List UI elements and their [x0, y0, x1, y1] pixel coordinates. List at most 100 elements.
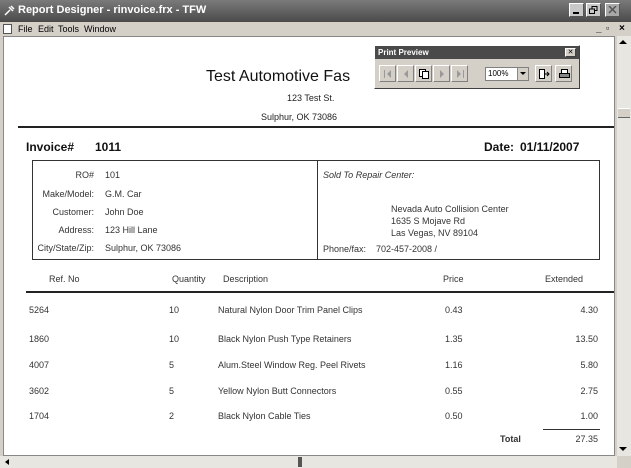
- next-page-button[interactable]: [433, 65, 450, 82]
- exit-door-icon: [539, 69, 550, 79]
- app-icon: [4, 5, 15, 16]
- doc-close-button[interactable]: ×: [619, 23, 625, 34]
- print-button[interactable]: [555, 65, 572, 82]
- horizontal-scrollbar[interactable]: [0, 456, 617, 468]
- close-button[interactable]: [605, 3, 620, 17]
- col-price: Price: [443, 274, 464, 284]
- sold-to-label: Sold To Repair Center:: [323, 170, 415, 180]
- previous-page-button[interactable]: [397, 65, 414, 82]
- printer-icon: [559, 69, 570, 78]
- chevron-down-icon: [517, 68, 528, 80]
- menu-bar: File Edit Tools Window _ ▫ ×: [0, 22, 631, 36]
- customer-label: Customer:: [52, 207, 94, 217]
- company-address-line2: Sulphur, OK 73086: [261, 112, 338, 122]
- box-divider: [317, 160, 318, 260]
- doc-minimize-button[interactable]: _: [596, 23, 602, 34]
- cell-extended: 2.75: [580, 386, 598, 396]
- zoom-select[interactable]: 100%: [485, 67, 529, 81]
- next-page-icon: [440, 70, 444, 78]
- invoice-number: 1011: [95, 140, 122, 154]
- company-name: Test Automotive Fas: [206, 68, 351, 85]
- col-quantity: Quantity: [172, 274, 206, 284]
- zoom-value: 100%: [488, 69, 509, 78]
- first-page-icon: [384, 70, 391, 78]
- print-preview-title: Print Preview: [375, 46, 579, 59]
- sold-to-city: Las Vegas, NV 89104: [391, 228, 479, 238]
- sold-to-name: Nevada Auto Collision Center: [391, 204, 509, 214]
- address-value: 123 Hill Lane: [105, 225, 158, 235]
- horizontal-scroll-thumb[interactable]: [298, 457, 302, 467]
- city-state-zip-value: Sulphur, OK 73086: [105, 243, 182, 253]
- city-state-zip-label: City/State/Zip:: [37, 243, 94, 253]
- go-to-page-button[interactable]: [415, 65, 432, 82]
- window-title: Report Designer - rinvoice.frx - TFW: [18, 4, 207, 16]
- restore-button[interactable]: [586, 3, 601, 17]
- cell-qty: 2: [169, 411, 175, 421]
- scroll-up-icon[interactable]: [619, 40, 627, 44]
- previous-page-icon: [404, 70, 408, 78]
- vertical-scrollbar[interactable]: [617, 36, 631, 456]
- address-label: Address:: [58, 225, 94, 235]
- print-preview-toolbar: Print Preview ✕ 100%: [374, 45, 580, 89]
- make-model-value: G.M. Car: [105, 189, 142, 199]
- cell-qty: 5: [169, 386, 175, 396]
- invoice-label: Invoice#: [26, 140, 75, 154]
- sold-to-street: 1635 S Mojave Rd: [391, 216, 466, 226]
- menu-tools[interactable]: Tools: [58, 24, 79, 34]
- phone-value: 702-457-2008 /: [376, 244, 438, 254]
- total-label: Total: [500, 434, 521, 444]
- cell-price: 0.43: [445, 305, 463, 315]
- col-description: Description: [223, 274, 269, 284]
- cell-price: 1.35: [445, 334, 463, 344]
- print-preview-close-button[interactable]: ✕: [565, 48, 576, 57]
- menu-window[interactable]: Window: [84, 24, 116, 34]
- cell-desc: Alum.Steel Window Reg. Peel Rivets: [218, 360, 366, 370]
- cell-qty: 10: [169, 305, 180, 315]
- menu-file[interactable]: File: [18, 24, 33, 34]
- cell-extended: 5.80: [580, 360, 598, 370]
- cell-extended: 13.50: [575, 334, 598, 344]
- last-page-button[interactable]: [451, 65, 468, 82]
- cell-extended: 4.30: [580, 305, 598, 315]
- scroll-down-icon[interactable]: [619, 447, 627, 451]
- minimize-icon: [573, 12, 579, 14]
- restore-icon: [589, 6, 598, 14]
- header-divider: [18, 126, 614, 128]
- menu-edit[interactable]: Edit: [38, 24, 54, 34]
- report-preview: Test Automotive Fas 123 Test St. Sulphur…: [3, 36, 615, 456]
- cell-ref: 1860: [29, 334, 50, 344]
- document-icon[interactable]: [3, 24, 12, 34]
- cell-desc: Natural Nylon Door Trim Panel Clips: [218, 305, 363, 315]
- date-label: Date:: [484, 140, 515, 154]
- report-designer-window: Report Designer - rinvoice.frx - TFW Fil…: [0, 0, 631, 468]
- total-rule: [543, 429, 600, 430]
- col-extended: Extended: [545, 274, 584, 284]
- close-icon: [608, 6, 617, 14]
- title-bar: Report Designer - rinvoice.frx - TFW: [0, 0, 631, 22]
- cell-price: 0.55: [445, 386, 463, 396]
- cell-ref: 1704: [29, 411, 50, 421]
- cell-desc: Black Nylon Push Type Retainers: [218, 334, 352, 344]
- cell-price: 0.50: [445, 411, 463, 421]
- cell-extended: 1.00: [580, 411, 598, 421]
- company-address-line1: 123 Test St.: [287, 93, 335, 103]
- cell-ref: 4007: [29, 360, 50, 370]
- close-preview-button[interactable]: [535, 65, 552, 82]
- cell-qty: 10: [169, 334, 180, 344]
- doc-restore-button[interactable]: ▫: [606, 23, 609, 33]
- phone-label: Phone/fax:: [323, 244, 367, 254]
- date-value: 01/11/2007: [520, 140, 580, 154]
- first-page-button[interactable]: [379, 65, 396, 82]
- cell-desc: Black Nylon Cable Ties: [218, 411, 311, 421]
- minimize-button[interactable]: [569, 3, 584, 17]
- cell-ref: 3602: [29, 386, 50, 396]
- vertical-scroll-thumb[interactable]: [618, 108, 630, 118]
- make-model-label: Make/Model:: [42, 189, 94, 199]
- customer-value: John Doe: [105, 207, 144, 217]
- scrollbar-corner: [617, 456, 631, 468]
- cell-price: 1.16: [445, 360, 463, 370]
- ro-value: 101: [105, 170, 121, 180]
- col-ref-no: Ref. No: [49, 274, 80, 284]
- scroll-left-icon[interactable]: [5, 459, 9, 465]
- cell-ref: 5264: [29, 305, 50, 315]
